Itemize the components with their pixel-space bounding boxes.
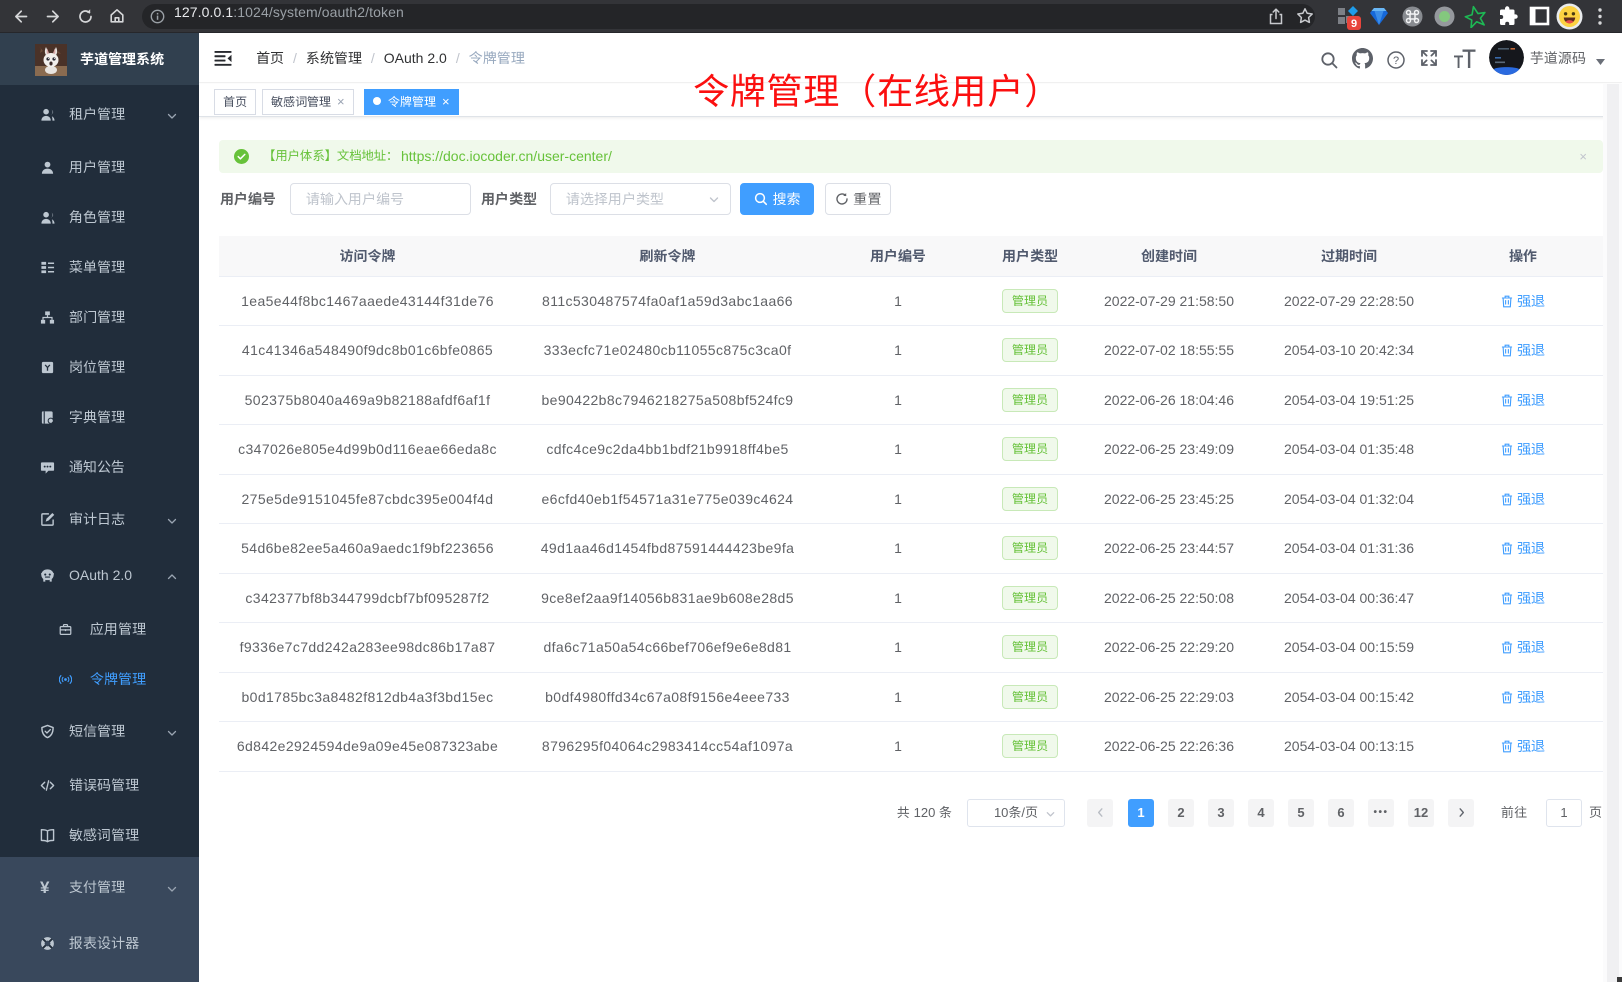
svg-text:9: 9 bbox=[1351, 18, 1357, 30]
svg-text:?: ? bbox=[1393, 55, 1399, 67]
